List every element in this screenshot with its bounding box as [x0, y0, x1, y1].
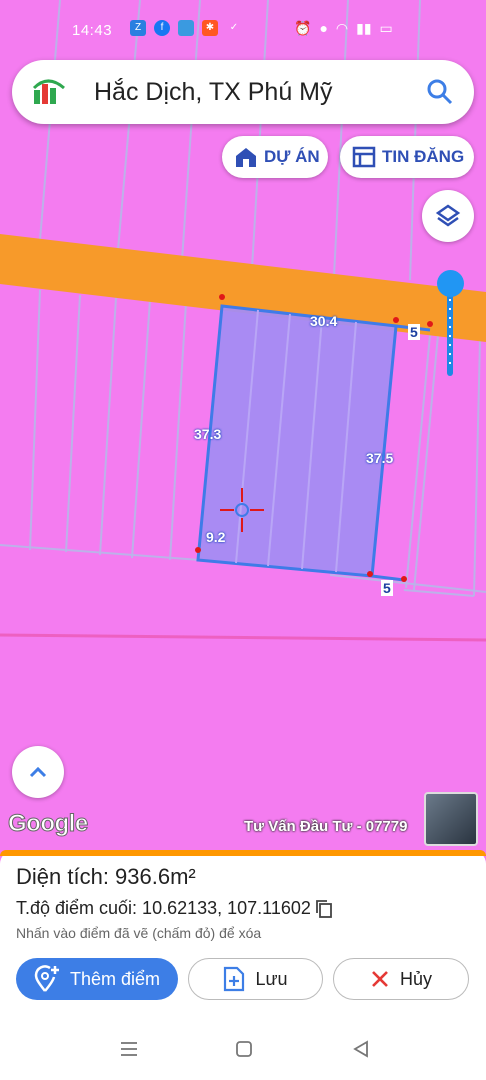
app-icon — [178, 20, 194, 36]
close-icon — [372, 971, 388, 987]
land-parcel[interactable] — [196, 304, 398, 578]
area-text: Diện tích: 936.6m² — [16, 864, 196, 889]
zalo-icon: Z — [130, 20, 146, 36]
layers-button[interactable] — [422, 190, 474, 242]
edge-label: 30.4 — [310, 313, 338, 329]
location-title: Hắc Dịch, TX Phú Mỹ — [94, 78, 333, 106]
cancel-label: Hủy — [399, 968, 432, 989]
menu-icon — [121, 1042, 137, 1056]
search-bar[interactable]: Hắc Dịch, TX Phú Mỹ — [12, 60, 474, 124]
add-file-icon — [224, 966, 245, 992]
profile-thumbnail[interactable] — [424, 792, 478, 846]
edge-label: 5 — [408, 324, 420, 340]
search-icon[interactable] — [426, 78, 454, 106]
listing-icon — [352, 146, 376, 168]
notification-icons: Z f ✱ ✓ — [130, 20, 242, 36]
add-location-icon — [34, 965, 59, 992]
add-point-label: Thêm điểm — [69, 968, 161, 989]
opacity-slider-knob[interactable] — [437, 270, 464, 297]
edge-label: 5 — [381, 580, 393, 596]
recents-button[interactable] — [120, 1040, 138, 1063]
save-button[interactable]: Lưu — [188, 958, 323, 1000]
layers-icon — [435, 204, 461, 227]
facebook-icon: f — [154, 20, 170, 36]
slider-ticks — [449, 290, 451, 370]
status-bar: 14:43 Z f ✱ ✓ ⏰ ● ◠ ▮▮ ▭ — [0, 0, 486, 52]
tin-dang-label: TIN ĐĂNG — [382, 147, 465, 166]
add-point-button[interactable]: Thêm điểm — [16, 958, 178, 1000]
bird-icon: ✓ — [229, 22, 239, 33]
tin-dang-button[interactable]: TIN ĐĂNG — [340, 136, 474, 178]
wifi-icon: ◠ — [335, 20, 349, 36]
save-label: Lưu — [255, 968, 288, 989]
google-logo: Google — [8, 810, 89, 838]
app-icon: ✱ — [202, 20, 218, 36]
home-icon — [236, 1041, 252, 1057]
location-icon: ● — [319, 20, 328, 36]
system-icons: ⏰ ● ◠ ▮▮ ▭ — [294, 20, 393, 37]
expand-up-button[interactable] — [12, 746, 64, 798]
app-logo-icon — [32, 79, 65, 104]
battery-icon: ▭ — [379, 20, 393, 36]
du-an-label: DỰ ÁN — [264, 147, 320, 166]
coords-row: T.độ điểm cuối: 10.62133, 107.11602 — [16, 898, 333, 919]
chevron-up-icon — [29, 766, 47, 778]
back-icon — [353, 1040, 368, 1058]
building-icon — [236, 148, 256, 167]
status-time: 14:43 — [72, 22, 113, 39]
home-button[interactable] — [235, 1040, 253, 1063]
cancel-button[interactable]: Hủy — [333, 958, 469, 1000]
panel-accent-strip — [0, 850, 486, 856]
alarm-icon: ⏰ — [294, 20, 312, 36]
copy-icon[interactable] — [315, 899, 333, 919]
edge-label: 9.2 — [206, 529, 226, 545]
back-button[interactable] — [352, 1040, 370, 1063]
system-nav-bar — [0, 1020, 486, 1080]
edge-label: 37.5 — [366, 450, 394, 466]
signal-icon: ▮▮ — [356, 20, 372, 36]
hint-text: Nhấn vào điểm đã vẽ (chấm đỏ) để xóa — [16, 925, 262, 941]
coords-text: T.độ điểm cuối: 10.62133, 107.11602 — [16, 898, 311, 918]
du-an-button[interactable]: DỰ ÁN — [222, 136, 328, 178]
watermark-text: Tư Vấn Đầu Tư - 07779 — [244, 818, 408, 835]
edge-label: 37.3 — [194, 426, 222, 442]
map-canvas[interactable] — [0, 0, 486, 850]
